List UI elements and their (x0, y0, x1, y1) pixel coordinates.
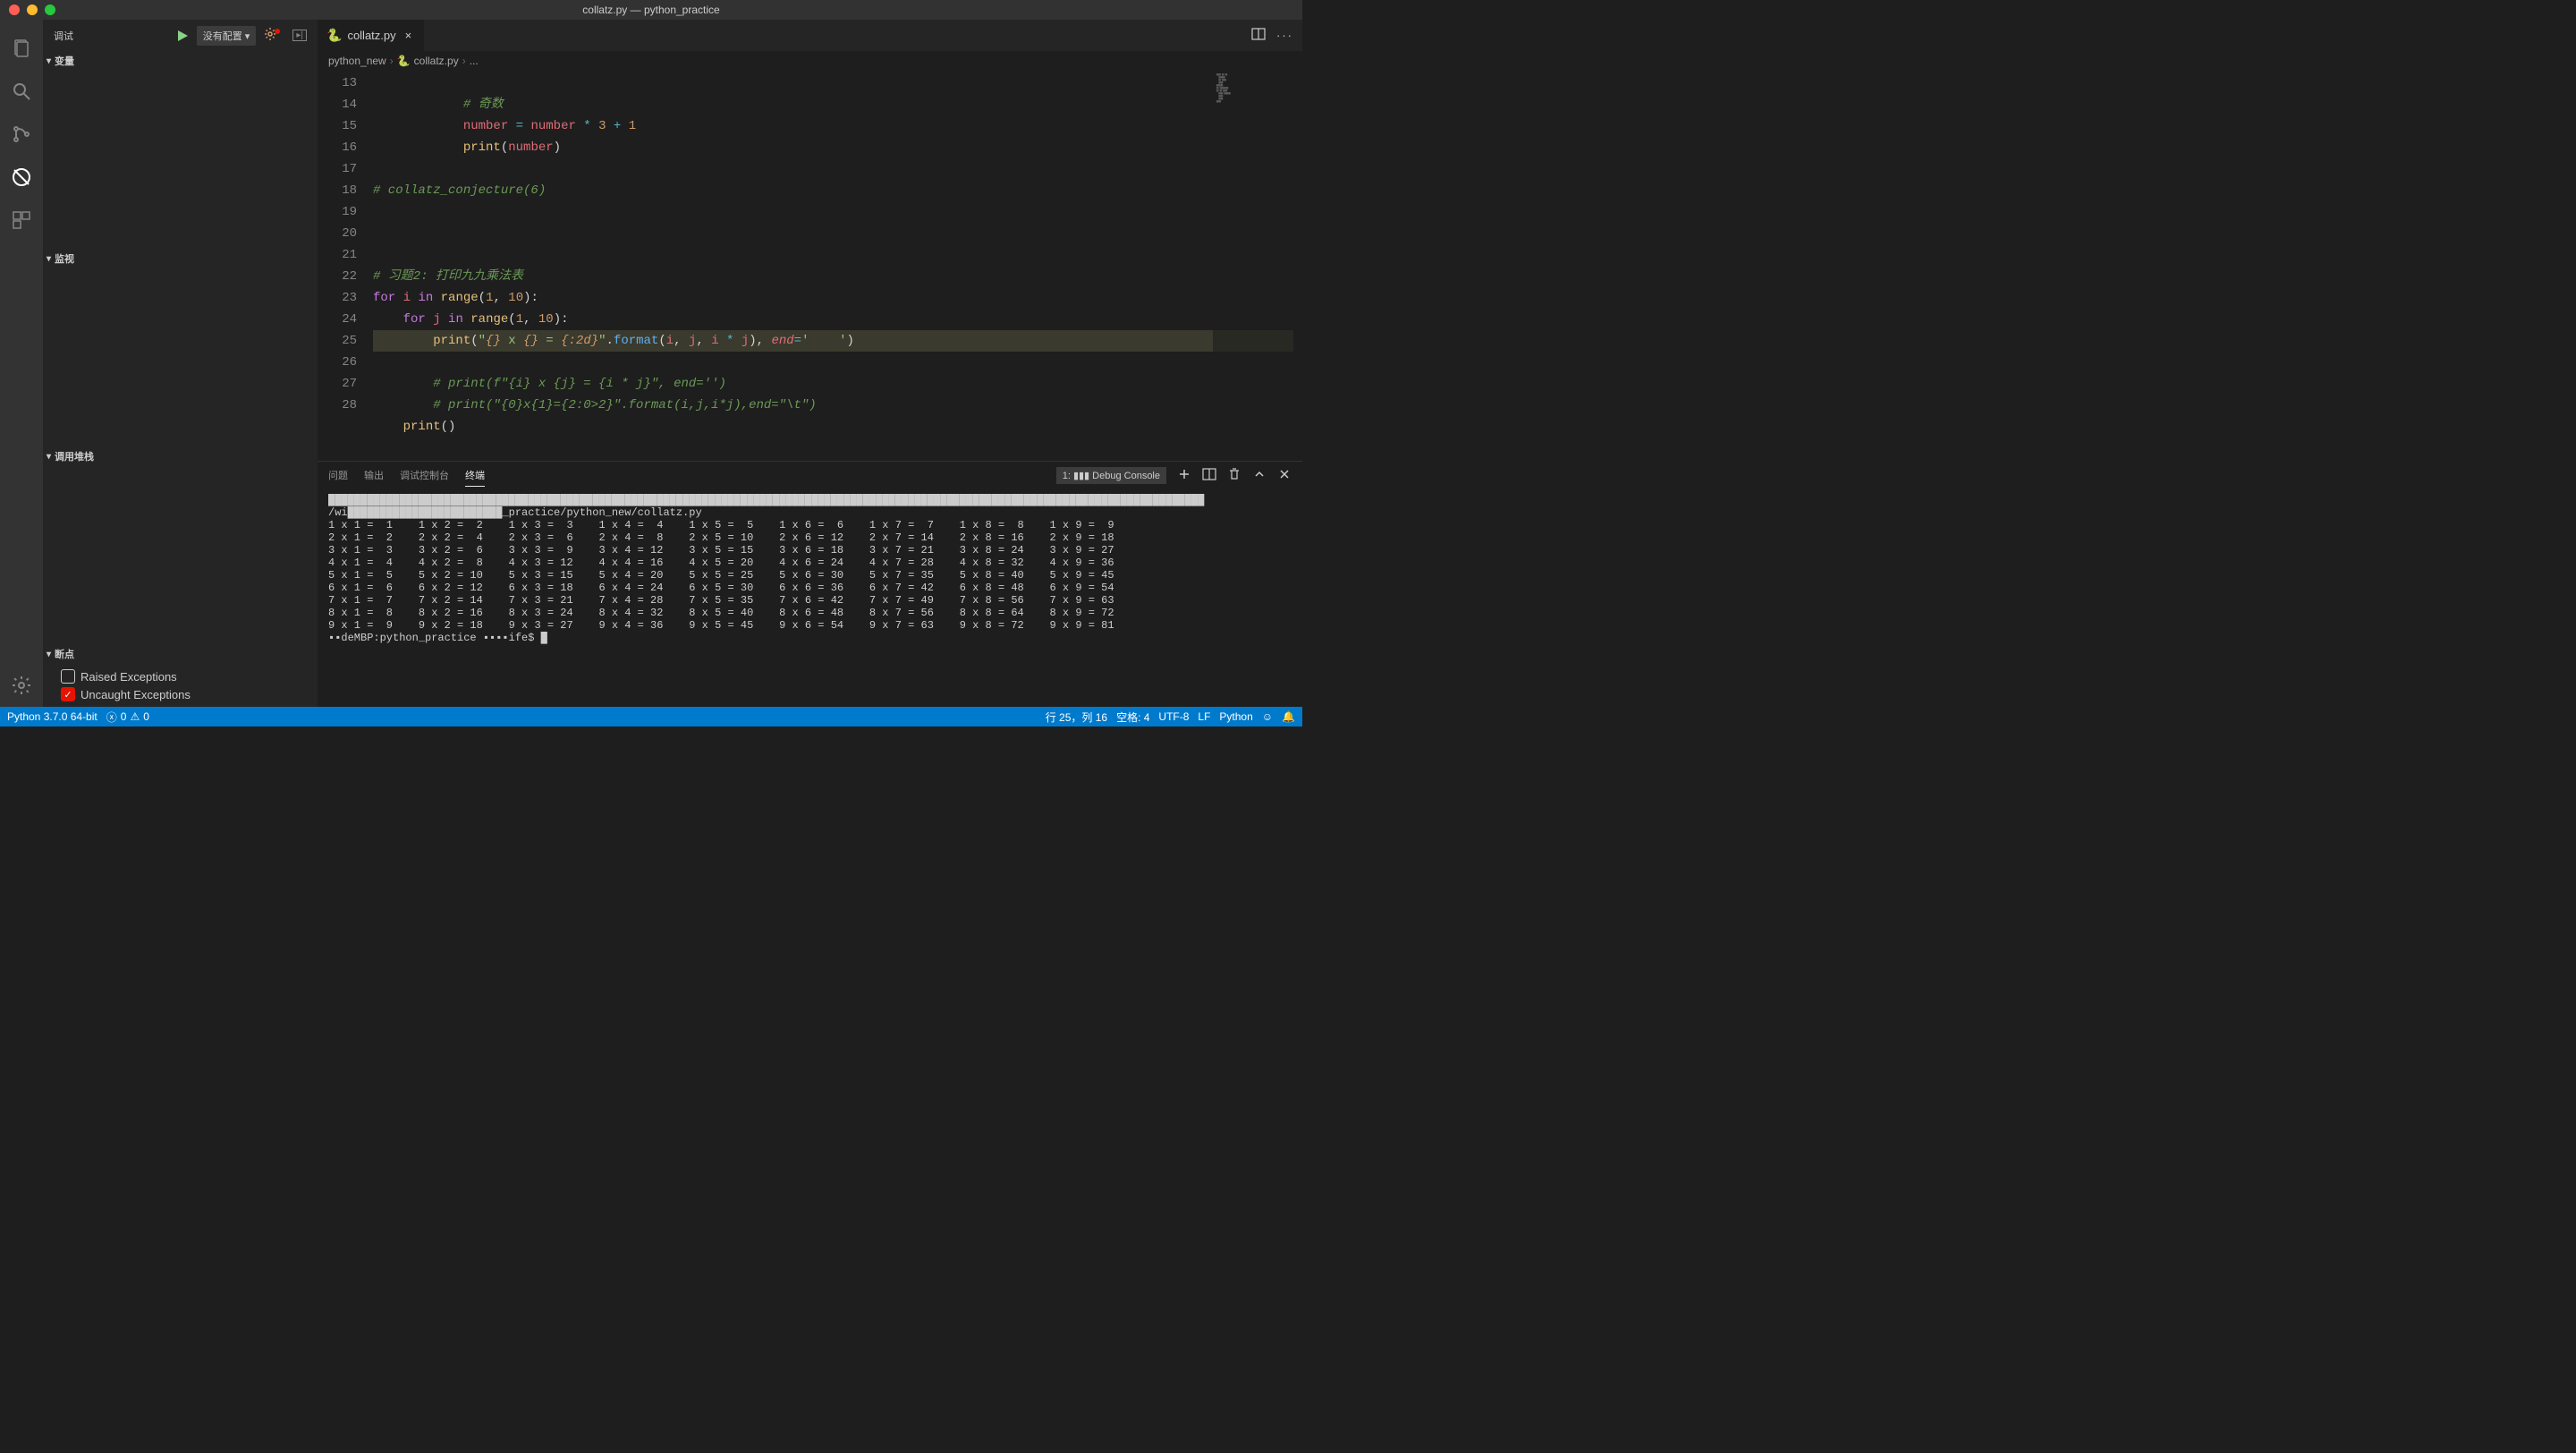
code-editor[interactable]: 13141516171819202122232425262728 # 奇数 nu… (318, 71, 1302, 461)
window-title: collatz.py — python_practice (582, 4, 719, 16)
close-window-icon[interactable] (9, 4, 20, 15)
line-numbers: 13141516171819202122232425262728 (318, 71, 373, 461)
variables-section[interactable]: 变量 (43, 51, 318, 71)
callstack-section[interactable]: 调用堆栈 (43, 446, 318, 466)
extensions-icon[interactable] (0, 199, 43, 242)
source-control-icon[interactable] (0, 113, 43, 156)
breadcrumb-segment[interactable]: python_new (328, 55, 386, 67)
explorer-icon[interactable] (0, 27, 43, 70)
panel-tab-debugconsole[interactable]: 调试控制台 (400, 464, 449, 486)
terminal-output[interactable]: ████████████████████████████████████████… (318, 489, 1302, 707)
watch-body (43, 268, 318, 446)
breakpoint-label: Uncaught Exceptions (80, 688, 191, 701)
settings-gear-icon[interactable] (0, 664, 43, 707)
chevron-right-icon: › (390, 55, 394, 67)
variables-body (43, 71, 318, 249)
breakpoints-section[interactable]: 断点 (43, 644, 318, 664)
titlebar: collatz.py — python_practice (0, 0, 1302, 20)
status-cursor[interactable]: 行 25，列 16 (1046, 710, 1107, 725)
status-language[interactable]: Python (1219, 710, 1252, 723)
status-spaces[interactable]: 空格: 4 (1116, 710, 1149, 725)
split-editor-icon[interactable] (1251, 27, 1266, 44)
debug-icon[interactable] (0, 156, 43, 199)
bottom-panel: 问题 输出 调试控制台 终端 1: ▮▮▮ Debug Console ████… (318, 461, 1302, 707)
panel-tab-problems[interactable]: 问题 (328, 464, 348, 486)
terminal-selector[interactable]: 1: ▮▮▮ Debug Console (1056, 467, 1166, 484)
editor-area: 🐍 collatz.py × ··· python_new › 🐍 collat… (318, 20, 1302, 707)
chevron-right-icon: › (462, 55, 466, 67)
breadcrumb-segment[interactable]: ... (470, 55, 479, 67)
breadcrumb[interactable]: python_new › 🐍 collatz.py › ... (318, 51, 1302, 71)
python-file-icon: 🐍 (326, 28, 342, 43)
status-errors[interactable]: ⓧ0 ⚠0 (106, 710, 149, 725)
split-terminal-icon[interactable] (1202, 467, 1216, 484)
callstack-body (43, 466, 318, 644)
activity-bar (0, 20, 43, 707)
status-python-version[interactable]: Python 3.7.0 64-bit (7, 710, 97, 723)
error-icon: ⓧ (106, 710, 117, 725)
status-encoding[interactable]: UTF-8 (1158, 710, 1189, 723)
sidebar-title: 调试 (54, 29, 175, 43)
minimap[interactable]: ████ ██ ██ ██████ ██ ████ ████ ██████ ██… (1213, 71, 1302, 461)
close-tab-icon[interactable]: × (402, 29, 416, 42)
close-panel-icon[interactable] (1277, 467, 1292, 484)
minimize-window-icon[interactable] (27, 4, 38, 15)
debug-sidebar: 调试 没有配置 ▾ ▸| 变量 监视 调用堆栈 断点 Raise (43, 20, 318, 707)
start-debug-icon[interactable] (175, 29, 190, 43)
maximize-window-icon[interactable] (45, 4, 55, 15)
breakpoint-raised[interactable]: Raised Exceptions (43, 667, 318, 685)
debug-settings-icon[interactable] (263, 27, 285, 44)
maximize-panel-icon[interactable] (1252, 467, 1267, 484)
trash-icon[interactable] (1227, 467, 1241, 484)
tab-bar: 🐍 collatz.py × ··· (318, 20, 1302, 51)
status-eol[interactable]: LF (1198, 710, 1210, 723)
statusbar: Python 3.7.0 64-bit ⓧ0 ⚠0 行 25，列 16 空格: … (0, 707, 1302, 726)
search-icon[interactable] (0, 70, 43, 113)
editor-actions: ··· (1242, 20, 1302, 51)
breakpoints-body: Raised Exceptions ✓ Uncaught Exceptions (43, 664, 318, 707)
status-bell-icon[interactable]: 🔔 (1282, 710, 1295, 723)
python-file-icon: 🐍 (397, 55, 411, 67)
tab-label: collatz.py (347, 29, 395, 42)
warning-icon: ⚠ (130, 710, 140, 723)
watch-section[interactable]: 监视 (43, 249, 318, 268)
checkbox-icon[interactable] (61, 669, 75, 684)
checkbox-checked-icon[interactable]: ✓ (61, 687, 75, 701)
debug-console-icon[interactable]: ▸| (292, 30, 307, 41)
panel-tabs: 问题 输出 调试控制台 终端 1: ▮▮▮ Debug Console (318, 462, 1302, 489)
window-controls (0, 4, 55, 15)
code-content[interactable]: # 奇数 number = number * 3 + 1 print(numbe… (373, 71, 1302, 461)
new-terminal-icon[interactable] (1177, 467, 1191, 484)
breakpoint-uncaught[interactable]: ✓ Uncaught Exceptions (43, 685, 318, 703)
debug-config-select[interactable]: 没有配置 ▾ (197, 26, 257, 46)
breakpoint-label: Raised Exceptions (80, 670, 177, 684)
sidebar-header: 调试 没有配置 ▾ ▸| (43, 20, 318, 51)
more-actions-icon[interactable]: ··· (1276, 29, 1293, 42)
breadcrumb-segment[interactable]: collatz.py (414, 55, 459, 67)
panel-tab-output[interactable]: 输出 (364, 464, 384, 486)
status-feedback-icon[interactable]: ☺ (1262, 710, 1273, 723)
tab-collatz[interactable]: 🐍 collatz.py × (318, 20, 425, 51)
panel-tab-terminal[interactable]: 终端 (465, 464, 485, 487)
